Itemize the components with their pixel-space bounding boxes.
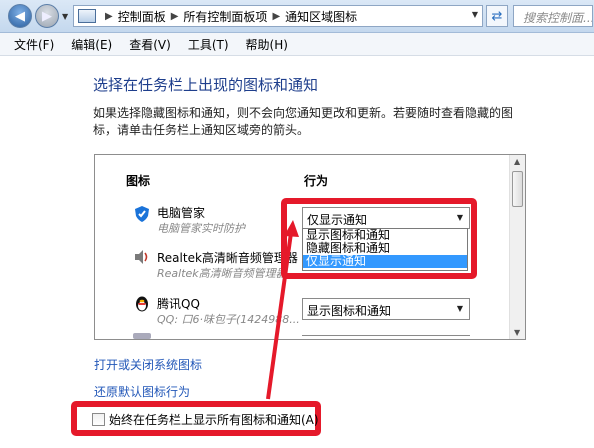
address-dropdown-icon[interactable]: ▼ <box>472 10 478 19</box>
list-item-subtitle: 电脑管家实时防护 <box>157 222 245 235</box>
control-panel-icon <box>78 9 96 23</box>
behavior-select-value: 显示图标和通知 <box>307 304 392 318</box>
scroll-thumb[interactable] <box>512 171 523 207</box>
menu-help[interactable]: 帮助(H) <box>246 36 288 53</box>
menu-bar: 文件(F) 编辑(E) 查看(V) 工具(T) 帮助(H) <box>0 33 594 56</box>
shield-icon <box>135 206 149 222</box>
breadcrumb-item-control-panel[interactable]: 控制面板 <box>118 8 166 25</box>
breadcrumb-item-all-items[interactable]: 所有控制面板项 <box>183 8 267 25</box>
forward-button[interactable]: ▶ <box>35 4 59 28</box>
page-title: 选择在任务栏上出现的图标和通知 <box>93 76 319 94</box>
menu-tools[interactable]: 工具(T) <box>188 36 229 53</box>
refresh-icon: ⇄ <box>491 8 503 24</box>
list-item-name: 腾讯QQ <box>157 297 200 311</box>
list-item-subtitle: QQ: 口6·味包子(1424988... <box>157 313 300 326</box>
forward-arrow-icon: ▶ <box>42 8 52 24</box>
address-bar: ◀ ▶ ▼ ▶ 控制面板 ▶ 所有控制面板项 ▶ 通知区域图标 ▼ ⇄ 搜索控制… <box>0 0 594 33</box>
scroll-up-icon[interactable]: ▲ <box>514 157 520 166</box>
back-arrow-icon: ◀ <box>15 8 25 24</box>
list-item-subtitle: Realtek高清晰音频管理器 <box>157 267 287 280</box>
link-restore-default-behavior[interactable]: 还原默认图标行为 <box>94 383 190 400</box>
speaker-icon <box>135 250 148 264</box>
always-show-all-icons-label[interactable]: 始终在任务栏上显示所有图标和通知(A) <box>109 411 319 428</box>
menu-file[interactable]: 文件(F) <box>14 36 54 53</box>
breadcrumb[interactable]: ▶ 控制面板 ▶ 所有控制面板项 ▶ 通知区域图标 ▼ <box>73 5 483 27</box>
breadcrumb-separator-icon[interactable]: ▶ <box>105 11 113 22</box>
scroll-down-icon[interactable]: ▼ <box>514 328 520 337</box>
always-show-all-icons-checkbox[interactable] <box>92 413 105 426</box>
back-button[interactable]: ◀ <box>8 4 32 28</box>
chevron-down-icon: ▼ <box>456 304 463 313</box>
recent-pages-chevron-icon[interactable]: ▼ <box>62 12 68 21</box>
breadcrumb-separator-icon[interactable]: ▶ <box>171 11 179 22</box>
behavior-select-partial[interactable] <box>302 335 470 339</box>
refresh-button[interactable]: ⇄ <box>486 5 508 27</box>
column-header-icon: 图标 <box>126 174 151 188</box>
behavior-select[interactable]: 显示图标和通知 ▼ <box>302 298 470 320</box>
list-item-name: 电脑管家 <box>157 206 206 220</box>
menu-view[interactable]: 查看(V) <box>129 36 171 53</box>
search-input[interactable]: 搜索控制面... <box>513 5 593 27</box>
page-description: 如果选择隐藏图标和通知，则不会向您通知更改和更新。若要随时查看隐藏的图标，请单击… <box>93 106 514 137</box>
column-header-behavior: 行为 <box>304 174 329 188</box>
list-item-icon-partial <box>133 333 151 339</box>
list-scrollbar[interactable]: ▲ ▼ <box>509 155 525 339</box>
breadcrumb-item-notification-icons[interactable]: 通知区域图标 <box>285 8 357 25</box>
qq-penguin-icon <box>136 296 148 312</box>
breadcrumb-separator-icon[interactable]: ▶ <box>272 11 280 22</box>
menu-edit[interactable]: 编辑(E) <box>71 36 112 53</box>
link-toggle-system-icons[interactable]: 打开或关闭系统图标 <box>94 356 202 373</box>
annotation-highlight-dropdown <box>281 198 477 279</box>
list-item-name: Realtek高清晰音频管理器 <box>157 251 298 265</box>
